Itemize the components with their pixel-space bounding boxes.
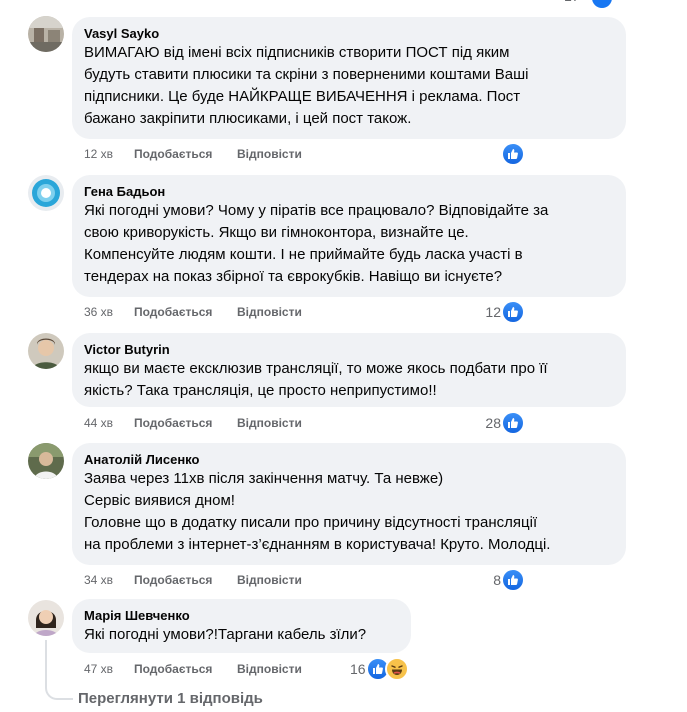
like-button[interactable]: Подобається xyxy=(134,662,237,676)
reactions[interactable]: 28 xyxy=(485,411,525,435)
reply-button[interactable]: Відповісти xyxy=(237,305,302,319)
comment-actions: 47 хв Подобається Відповісти xyxy=(84,659,302,679)
like-button[interactable]: Подобається xyxy=(134,573,237,587)
avatar[interactable] xyxy=(28,175,64,211)
reply-button[interactable]: Відповісти xyxy=(237,573,302,587)
comment-time[interactable]: 36 хв xyxy=(84,305,134,319)
comment-actions: 12 хв Подобається Відповісти xyxy=(84,144,302,164)
like-icon xyxy=(501,411,525,435)
avatar[interactable] xyxy=(28,333,64,369)
reaction-count: 28 xyxy=(485,415,501,431)
avatar[interactable] xyxy=(28,16,64,52)
reaction-count: 12 xyxy=(485,304,501,320)
view-replies-link[interactable]: Переглянути 1 відповідь xyxy=(78,690,263,707)
previous-comment-fragment: 17 xyxy=(80,0,687,8)
haha-icon xyxy=(384,657,409,681)
reactions[interactable]: 16 xyxy=(350,657,409,681)
like-button[interactable]: Подобається xyxy=(134,147,237,161)
reply-button[interactable]: Відповісти xyxy=(237,416,302,430)
reply-button[interactable]: Відповісти xyxy=(237,662,302,676)
comment-time[interactable]: 34 хв xyxy=(84,573,134,587)
comment-actions: 44 хв Подобається Відповісти xyxy=(84,413,302,433)
comment-bubble: Анатолій Лисенко Заява через 11хв після … xyxy=(72,443,626,565)
reaction-count: 8 xyxy=(493,572,501,588)
comment-text: Які погодні умови?!Таргани кабель зїли? xyxy=(84,626,367,643)
comment-bubble: Марія Шевченко Які погодні умови?!Тарган… xyxy=(72,599,411,653)
like-icon xyxy=(501,568,525,592)
comment-text: Які погодні умови? Чому у піратів все пр… xyxy=(84,202,549,285)
comment-bubble: Vasyl Sayko ВИМАГАЮ від імені всіх підпи… xyxy=(72,17,626,139)
comment-author[interactable]: Victor Butyrin xyxy=(84,341,614,358)
reply-thread-line xyxy=(45,640,73,700)
reaction-count: 17 xyxy=(564,0,580,4)
comment-time[interactable]: 12 хв xyxy=(84,147,134,161)
like-icon xyxy=(501,142,525,166)
avatar[interactable] xyxy=(28,443,64,479)
comment-actions: 36 хв Подобається Відповісти xyxy=(84,302,302,322)
reply-button[interactable]: Відповісти xyxy=(237,147,302,161)
reaction-count: 16 xyxy=(350,661,366,677)
avatar[interactable] xyxy=(28,600,64,636)
reactions[interactable] xyxy=(501,142,525,166)
like-button[interactable]: Подобається xyxy=(134,416,237,430)
comment-text: Заява через 11хв після закінчення матчу.… xyxy=(84,470,551,553)
comment-author[interactable]: Гена Бадьон xyxy=(84,183,614,200)
comment-time[interactable]: 44 хв xyxy=(84,416,134,430)
comment-author[interactable]: Анатолій Лисенко xyxy=(84,451,614,468)
comment-author[interactable]: Марія Шевченко xyxy=(84,607,399,624)
reactions[interactable]: 12 xyxy=(485,300,525,324)
comment-time[interactable]: 47 хв xyxy=(84,662,134,676)
comment-actions: 34 хв Подобається Відповісти xyxy=(84,570,302,590)
comment-bubble: Victor Butyrin якщо ви маєте ексклюзив т… xyxy=(72,333,626,407)
like-reaction-icon[interactable] xyxy=(592,0,612,8)
comment-bubble: Гена Бадьон Які погодні умови? Чому у пі… xyxy=(72,175,626,297)
comment-text: ВИМАГАЮ від імені всіх підписників створ… xyxy=(84,44,529,127)
reactions[interactable]: 8 xyxy=(493,568,525,592)
comment-text: якщо ви маєте ексклюзив трансляції, то м… xyxy=(84,360,548,399)
like-button[interactable]: Подобається xyxy=(134,305,237,319)
like-icon xyxy=(501,300,525,324)
comment-author[interactable]: Vasyl Sayko xyxy=(84,25,614,42)
